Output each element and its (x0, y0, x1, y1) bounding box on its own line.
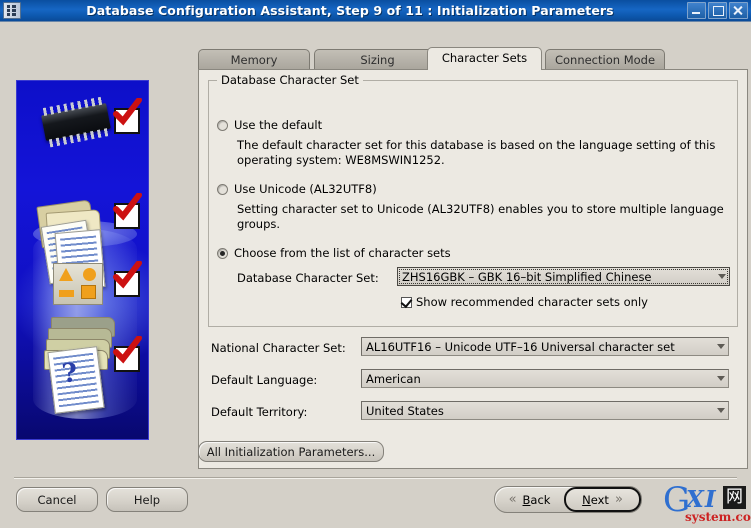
dbca-window: Database Configuration Assistant, Step 9… (0, 0, 751, 528)
tab-memory-label: Memory (230, 53, 278, 67)
checkmark-icon-4 (113, 336, 142, 372)
show-recommended-indicator (401, 296, 412, 308)
chevron-left-icon: « (508, 492, 517, 507)
database-character-set-label: Database Character Set: (237, 271, 379, 285)
radio-use-unicode-label: Use Unicode (AL32UTF8) (234, 182, 377, 196)
check-glyph (113, 193, 142, 221)
chevron-down-icon (713, 338, 728, 355)
minimize-icon[interactable] (687, 2, 706, 19)
memory-chip-icon (41, 102, 111, 142)
database-character-set-group: Database Character Set Use the default T… (208, 73, 738, 327)
window-controls (687, 2, 748, 19)
cancel-label: Cancel (37, 492, 77, 507)
app-icon (3, 2, 21, 19)
checkmark-icon-3 (113, 261, 142, 297)
show-recommended-checkbox[interactable]: Show recommended character sets only (401, 295, 648, 309)
use-default-description: The default character set for this datab… (237, 138, 716, 167)
use-unicode-description: Setting character set to Unicode (AL32UT… (237, 202, 724, 231)
chevron-down-icon (714, 268, 729, 285)
tab-sizing-label: Sizing (360, 53, 395, 67)
tab-memory[interactable]: Memory (198, 49, 310, 70)
all-initialization-parameters-button[interactable]: All Initialization Parameters... (198, 441, 384, 462)
default-language-value: American (366, 371, 421, 386)
cancel-button[interactable]: Cancel (16, 487, 98, 512)
radio-use-default[interactable]: Use the default (217, 118, 322, 132)
default-territory-select[interactable]: United States (361, 401, 729, 420)
default-territory-value: United States (366, 403, 444, 418)
national-character-set-value: AL16UTF16 – Unicode UTF–16 Universal cha… (366, 339, 675, 354)
radio-use-unicode[interactable]: Use Unicode (AL32UTF8) (217, 182, 377, 196)
back-label: Back (522, 492, 551, 507)
window-title: Database Configuration Assistant, Step 9… (86, 3, 614, 18)
national-character-set-select[interactable]: AL16UTF16 – Unicode UTF–16 Universal cha… (361, 337, 729, 356)
maximize-icon[interactable] (708, 2, 727, 19)
database-character-set-select[interactable]: ZHS16GBK – GBK 16–bit Simplified Chinese (397, 267, 730, 286)
help-label: Help (133, 492, 161, 507)
next-button[interactable]: Next » (564, 487, 641, 512)
close-icon[interactable] (729, 2, 748, 19)
group-title: Database Character Set (217, 73, 363, 87)
next-label: Next (582, 492, 609, 507)
character-sets-panel: Database Character Set Use the default T… (198, 69, 748, 469)
tab-character-sets-label: Character Sets (441, 51, 528, 65)
navigation-button-group: « Back Next » (494, 486, 642, 513)
checkmark-icon-2 (113, 193, 142, 229)
watermark: G XI 网 system.com (663, 483, 751, 527)
default-language-label: Default Language: (211, 373, 318, 387)
shapes-tile-icon (53, 263, 103, 305)
tab-bar: Memory Sizing Character Sets Connection … (198, 47, 748, 70)
check-glyph (113, 261, 142, 289)
national-character-set-label: National Character Set: (211, 341, 346, 355)
radio-use-unicode-indicator (217, 183, 228, 195)
radio-use-default-indicator (217, 119, 228, 131)
help-button[interactable]: Help (106, 487, 188, 512)
watermark-wang: 网 (723, 486, 746, 509)
chevron-down-icon (713, 402, 728, 419)
checkmark-icon-1 (113, 98, 142, 134)
all-initialization-parameters-label: All Initialization Parameters... (206, 444, 376, 459)
default-language-select[interactable]: American (361, 369, 729, 388)
show-recommended-label: Show recommended character sets only (416, 295, 648, 309)
question-document-icon: ? (47, 346, 105, 414)
watermark-xi: XI (686, 486, 717, 513)
default-territory-label: Default Territory: (211, 405, 308, 419)
database-character-set-value: ZHS16GBK – GBK 16–bit Simplified Chinese (402, 269, 652, 284)
check-glyph (113, 336, 142, 364)
watermark-domain: system.com (685, 510, 751, 524)
back-button[interactable]: « Back (495, 487, 564, 512)
wizard-illustration: ? (16, 80, 149, 440)
check-glyph (113, 98, 142, 126)
title-bar: Database Configuration Assistant, Step 9… (0, 0, 751, 22)
chevron-right-icon: » (614, 492, 623, 507)
footer-separator (14, 477, 737, 479)
radio-choose-from-list-label: Choose from the list of character sets (234, 246, 451, 260)
tab-connection-mode-label: Connection Mode (554, 53, 656, 67)
chevron-down-icon (713, 370, 728, 387)
radio-use-default-label: Use the default (234, 118, 323, 132)
radio-choose-from-list[interactable]: Choose from the list of character sets (217, 246, 451, 260)
tab-character-sets[interactable]: Character Sets (427, 47, 542, 70)
tab-sizing[interactable]: Sizing (314, 49, 441, 70)
radio-choose-from-list-indicator (217, 247, 228, 259)
tab-connection-mode[interactable]: Connection Mode (545, 49, 665, 70)
